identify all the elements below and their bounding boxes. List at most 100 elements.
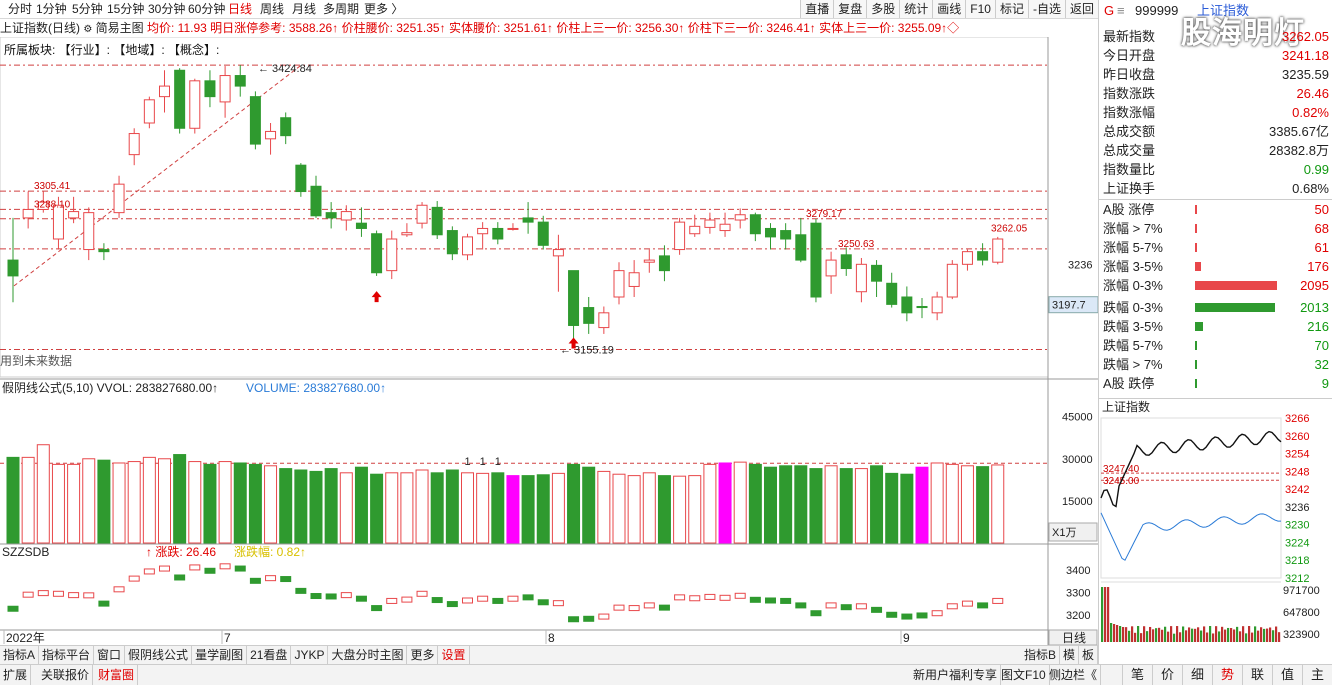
candle bbox=[568, 270, 580, 326]
szz-mark bbox=[507, 595, 519, 602]
look-21-tab[interactable]: 21看盘 bbox=[247, 646, 292, 664]
settings-tab[interactable]: 设置 bbox=[438, 646, 470, 664]
stats-button[interactable]: 统计 bbox=[899, 0, 933, 18]
sidebar-toggle[interactable]: 侧边栏《 bbox=[1046, 665, 1102, 685]
right-tab-price[interactable]: 价 bbox=[1152, 665, 1182, 685]
market-intraday-tab[interactable]: 大盘分时主图 bbox=[328, 646, 408, 664]
tab-monthly[interactable]: 月线 bbox=[292, 0, 316, 18]
wealth-circle-tab[interactable]: 财富圈 bbox=[95, 665, 139, 685]
right-tab-detail[interactable]: 细 bbox=[1182, 665, 1212, 685]
tab-daily[interactable]: 日线 bbox=[228, 0, 252, 18]
window-tab[interactable]: 窗口 bbox=[94, 646, 126, 664]
volume-bar bbox=[870, 465, 884, 544]
tab-1min[interactable]: 1分钟 bbox=[36, 0, 67, 18]
szz-mark bbox=[810, 610, 822, 617]
draw-line-button[interactable]: 画线 bbox=[932, 0, 966, 18]
breadth-value: 70 bbox=[1314, 338, 1329, 353]
tab-weekly[interactable]: 周线 bbox=[260, 0, 284, 18]
f10-graphic-tab[interactable]: 图文F10 bbox=[998, 665, 1050, 685]
volume-bar bbox=[945, 463, 959, 544]
breadth-value: 216 bbox=[1307, 319, 1329, 334]
period-tab-bar: 分时 1分钟 5分钟 15分钟 30分钟 60分钟 日线 周线 月线 多周期 更… bbox=[0, 0, 1098, 19]
volume-bar bbox=[173, 454, 187, 544]
mini-vol-bar bbox=[1209, 626, 1212, 642]
vol-marker: 1 bbox=[465, 456, 471, 468]
candle bbox=[795, 234, 807, 261]
right-tab-main[interactable]: 主 bbox=[1302, 665, 1332, 685]
right-tab-trades[interactable]: 笔 bbox=[1122, 665, 1152, 685]
indicator-b-tab[interactable]: 指标B bbox=[1021, 646, 1060, 664]
szz-mark bbox=[492, 597, 504, 604]
right-tab-trend[interactable]: 势 bbox=[1212, 665, 1242, 685]
right-tab-related[interactable]: 联 bbox=[1242, 665, 1272, 685]
volume-bar bbox=[309, 470, 323, 544]
index-code: 999999 bbox=[1135, 3, 1179, 18]
new-user-banner[interactable]: 新用户福利专享 bbox=[910, 665, 1002, 685]
candle bbox=[977, 251, 989, 261]
tab-60min[interactable]: 60分钟 bbox=[188, 0, 225, 18]
mini-vol-bar bbox=[1227, 627, 1230, 642]
multi-stock-button[interactable]: 多股 bbox=[866, 0, 900, 18]
mini-vol-bar bbox=[1101, 587, 1104, 642]
candle bbox=[446, 230, 458, 255]
jykp-tab[interactable]: JYKP bbox=[291, 646, 329, 664]
candle bbox=[840, 254, 852, 270]
candle bbox=[689, 225, 701, 235]
tab-15min[interactable]: 15分钟 bbox=[107, 0, 144, 18]
stat-row: 最新指数 3262.05 bbox=[1103, 27, 1331, 46]
f10-button[interactable]: F10 bbox=[965, 0, 995, 18]
board-tab[interactable]: 板 bbox=[1079, 646, 1098, 664]
candle bbox=[613, 270, 625, 298]
more-tab[interactable]: 更多 bbox=[407, 646, 439, 664]
intraday-mini-chart[interactable]: 上证指数 3266 3260 3254 3248 3242 3236 3230 3224 3218… bbox=[1099, 398, 1332, 660]
indicator-a-tab[interactable]: 指标A bbox=[0, 646, 40, 664]
menu-icon[interactable]: ≡ bbox=[1117, 0, 1125, 22]
volume-study-tab[interactable]: 量学副图 bbox=[192, 646, 248, 664]
mini-vol-bar bbox=[1125, 627, 1128, 642]
candle bbox=[310, 185, 322, 217]
watchlist-button[interactable]: -自选 bbox=[1027, 0, 1065, 18]
volume-bar bbox=[627, 475, 641, 544]
volume-bar bbox=[385, 472, 399, 544]
replay-button[interactable]: 复盘 bbox=[833, 0, 867, 18]
breadth-row: 涨幅 3-5% 176 bbox=[1103, 257, 1331, 276]
candle bbox=[492, 227, 504, 240]
szz-mark bbox=[871, 606, 883, 613]
tab-30min[interactable]: 30分钟 bbox=[148, 0, 185, 18]
stat-label: 指数涨跌 bbox=[1103, 86, 1156, 101]
volume-bar bbox=[264, 465, 278, 544]
mode-label[interactable]: 简易主图 bbox=[96, 21, 144, 35]
fake-yin-formula-tab[interactable]: 假阴线公式 bbox=[125, 646, 193, 664]
volume-bar bbox=[733, 461, 747, 544]
mini-vol-bar bbox=[1149, 626, 1152, 642]
indicator-platform-tab[interactable]: 指标平台 bbox=[39, 646, 95, 664]
candle bbox=[265, 130, 277, 140]
szz-mark bbox=[37, 590, 49, 597]
tab-fenshi[interactable]: 分时 bbox=[8, 0, 32, 18]
lower-third-price: 价柱下三一价: 3246.41 bbox=[687, 21, 810, 35]
kline-chart[interactable]: 3305.41 3288.10 3279.17 3262.05 3250.63 ← 342… bbox=[0, 37, 1098, 645]
vol-unit-label: X1万 bbox=[1052, 527, 1076, 539]
mini-axis-label: 3218 bbox=[1285, 555, 1309, 567]
right-tab-value[interactable]: 值 bbox=[1272, 665, 1302, 685]
szz-mark bbox=[174, 574, 186, 581]
back-button[interactable]: 返回 bbox=[1064, 0, 1098, 18]
szz-mark bbox=[143, 568, 155, 575]
szz-mark bbox=[159, 565, 170, 572]
live-button[interactable]: 直播 bbox=[800, 0, 834, 18]
candle bbox=[552, 249, 564, 257]
tab-multi-period[interactable]: 多周期 bbox=[323, 0, 359, 18]
vol-indicator-name: 假阴线公式(5,10) VVOL: 283827680.00↑ bbox=[2, 381, 218, 395]
mini-vol-bar bbox=[1275, 626, 1278, 642]
mini-vol-bar bbox=[1179, 632, 1182, 642]
template-tab[interactable]: 模 bbox=[1060, 646, 1079, 664]
mini-vol-bar bbox=[1182, 626, 1185, 642]
expand-tab[interactable]: 扩展 bbox=[0, 665, 32, 685]
mini-axis-label: 3224 bbox=[1285, 537, 1309, 549]
breadth-label: 跌幅 5-7% bbox=[1103, 338, 1163, 353]
tab-5min[interactable]: 5分钟 bbox=[72, 0, 103, 18]
breadth-label: 涨幅 5-7% bbox=[1103, 240, 1163, 255]
tab-more[interactable]: 更多 〉 bbox=[364, 0, 403, 18]
mark-button[interactable]: 标记 bbox=[994, 0, 1028, 18]
related-quotes-tab[interactable]: 关联报价 bbox=[38, 665, 94, 685]
